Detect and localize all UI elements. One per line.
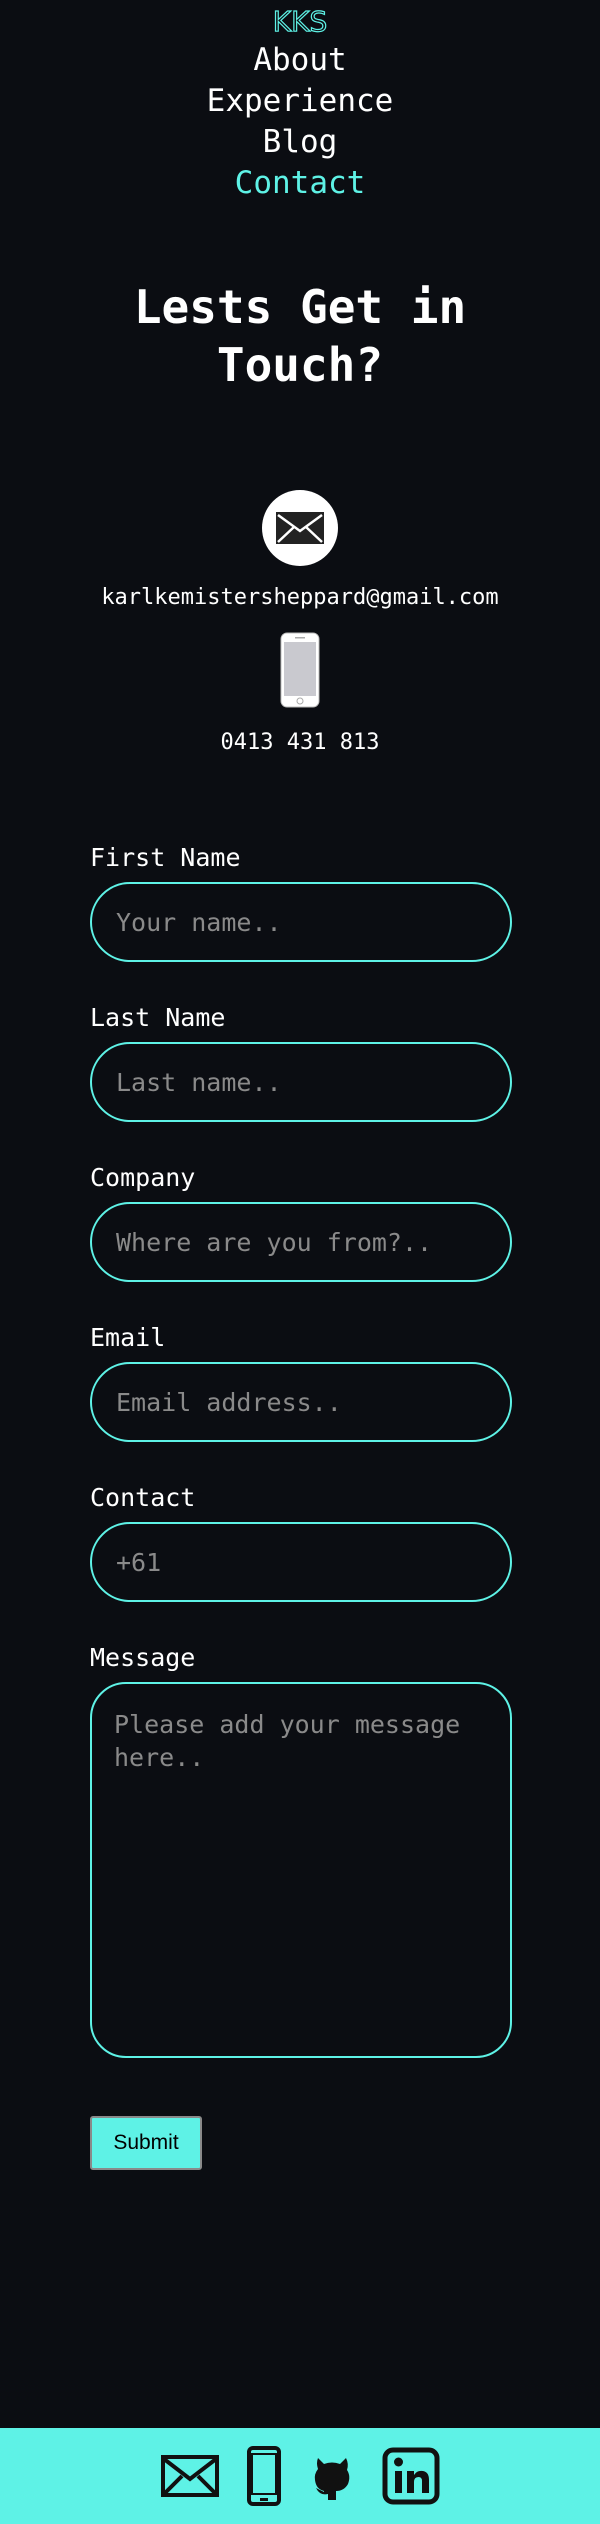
linkedin-icon[interactable] [382, 2447, 440, 2505]
email-contact [0, 490, 600, 566]
first-name-group: First Name [90, 840, 512, 962]
company-label: Company [90, 1163, 196, 1192]
smartphone-icon [280, 632, 320, 708]
phone-contact [0, 632, 600, 712]
message-group: Message [90, 1640, 512, 2062]
github-icon[interactable] [308, 2450, 356, 2502]
message-textarea[interactable] [90, 1682, 512, 2058]
nav-item-blog[interactable]: Blog [0, 122, 600, 163]
contact-form: First Name Last Name Company Email Conta… [90, 840, 512, 2100]
last-name-label: Last Name [90, 1003, 226, 1032]
contact-label: Contact [90, 1483, 196, 1512]
footer-bar [0, 2428, 600, 2524]
nav-item-about[interactable]: About [0, 40, 600, 81]
email-address[interactable]: karlkemistersheppard@gmail.com [0, 585, 600, 610]
nav-item-experience[interactable]: Experience [0, 81, 600, 122]
svg-text:KKS: KKS [273, 5, 328, 38]
last-name-input[interactable] [90, 1042, 512, 1122]
contact-input[interactable] [90, 1522, 512, 1602]
kks-logo-icon: KKS [272, 4, 328, 38]
message-label: Message [90, 1643, 196, 1672]
last-name-group: Last Name [90, 1000, 512, 1122]
site-logo[interactable]: KKS [0, 4, 600, 38]
company-input[interactable] [90, 1202, 512, 1282]
company-group: Company [90, 1160, 512, 1282]
envelope-icon [262, 490, 338, 566]
email-group: Email [90, 1320, 512, 1442]
email-label: Email [90, 1323, 166, 1352]
nav-item-contact[interactable]: Contact [0, 163, 600, 204]
phone-number[interactable]: 0413 431 813 [0, 730, 600, 755]
envelope-icon[interactable] [160, 2454, 220, 2498]
main-nav: About Experience Blog Contact [0, 40, 600, 204]
contact-group: Contact [90, 1480, 512, 1602]
submit-button[interactable]: Submit [90, 2116, 202, 2170]
first-name-input[interactable] [90, 882, 512, 962]
page-title: Lests Get in Touch? [133, 280, 467, 392]
email-input[interactable] [90, 1362, 512, 1442]
first-name-label: First Name [90, 843, 241, 872]
smartphone-icon[interactable] [246, 2446, 282, 2506]
